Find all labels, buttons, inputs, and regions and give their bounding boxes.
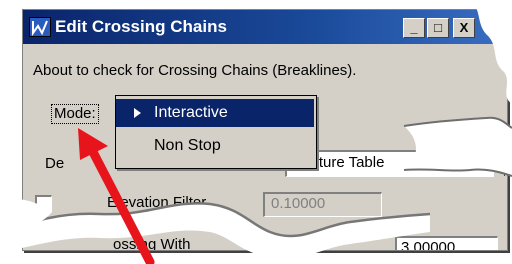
- menu-item-interactive[interactable]: Interactive: [116, 99, 314, 127]
- menu-item-non-stop[interactable]: Non Stop: [116, 132, 314, 160]
- app-icon: [29, 17, 51, 37]
- close-button[interactable]: X: [453, 18, 475, 38]
- elevation-filter-checkbox[interactable]: [35, 195, 52, 212]
- mode-popup-menu: Interactive Non Stop: [115, 95, 317, 169]
- crossing-tolerance-input[interactable]: 3.00000: [395, 236, 498, 251]
- mode-label[interactable]: Mode:: [51, 104, 99, 124]
- menu-item-label: Non Stop: [154, 137, 221, 154]
- define-label-part-1: De: [45, 155, 65, 172]
- elevation-filter-input[interactable]: 0.10000: [263, 192, 382, 217]
- menu-arrow-icon: [134, 108, 141, 118]
- crossing-tolerance-label: ossing With: [113, 236, 191, 251]
- info-message: About to check for Crossing Chains (Brea…: [33, 62, 357, 79]
- elevation-filter-value: 0.10000: [271, 195, 326, 212]
- screenshot-frame: Edit Crossing Chains _ □ X About to chec…: [0, 0, 512, 264]
- minimize-button[interactable]: _: [403, 18, 425, 38]
- window-title: Edit Crossing Chains: [55, 17, 227, 36]
- maximize-button[interactable]: □: [427, 18, 449, 38]
- elevation-filter-label-text: Elevation Filter: [107, 194, 207, 211]
- crossing-tolerance-value: 3.00000: [401, 239, 456, 251]
- dropdown-arrow-icon[interactable]: [477, 160, 489, 167]
- elevation-filter-label: Elevation Filter: [61, 194, 206, 211]
- edit-crossing-chains-dialog: Edit Crossing Chains _ □ X About to chec…: [22, 9, 508, 251]
- menu-item-label: Interactive: [154, 104, 228, 121]
- title-bar[interactable]: Edit Crossing Chains _ □ X: [23, 10, 507, 44]
- side-edge-button: [493, 150, 505, 176]
